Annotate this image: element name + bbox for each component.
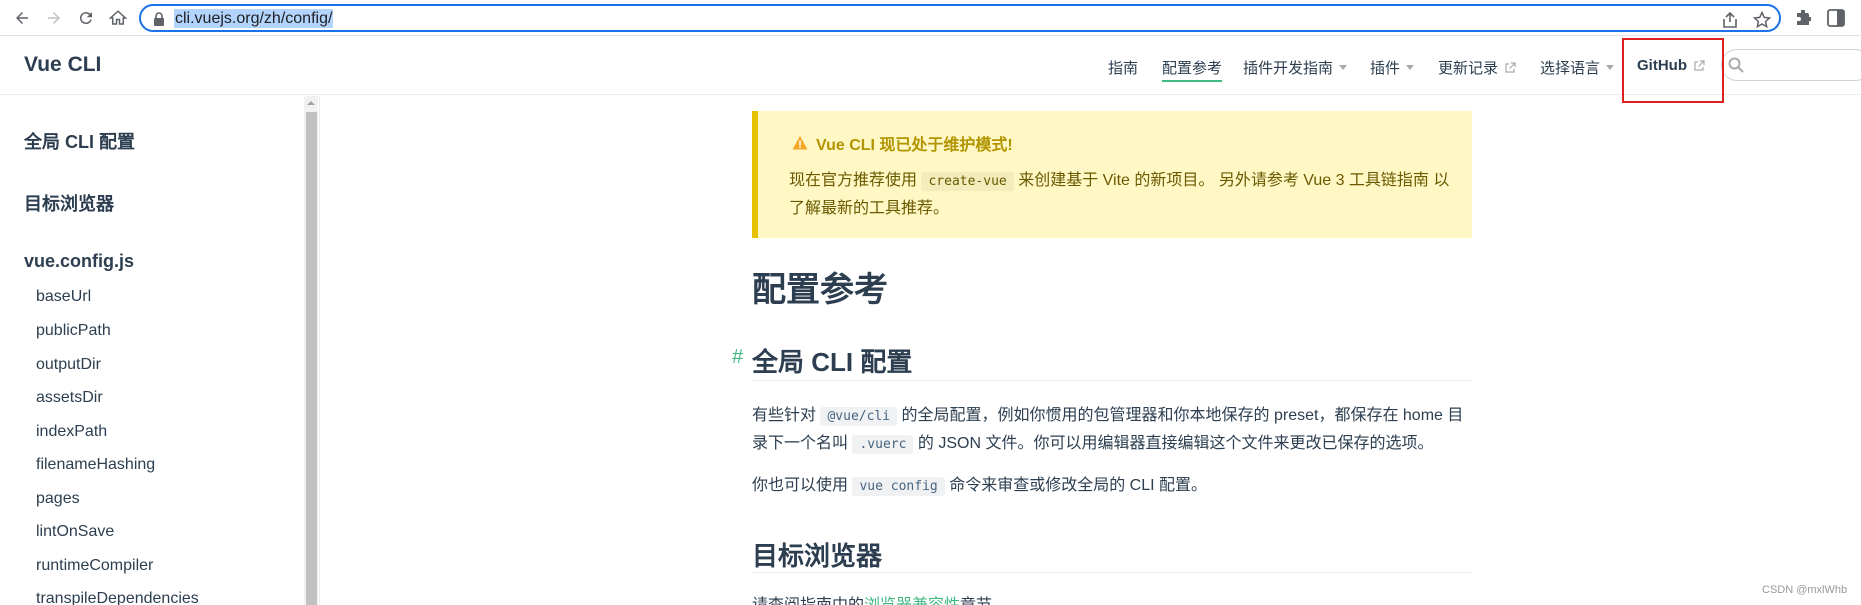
site-title[interactable]: Vue CLI — [24, 53, 101, 77]
inline-code: vue config — [852, 477, 945, 496]
sidebar-item-transpiledependencies[interactable]: transpileDependencies — [36, 590, 199, 605]
warning-title-text: Vue CLI 现已处于维护模式! — [816, 137, 1013, 154]
nav-label: 更新记录 — [1438, 60, 1499, 77]
nav-link-changelog[interactable]: 更新记录 — [1438, 57, 1516, 78]
arrow-left-icon — [16, 12, 28, 24]
warning-icon — [792, 136, 808, 150]
sidebar-item-runtimecompiler[interactable]: runtimeCompiler — [36, 557, 153, 575]
nav-label: 配置参考 — [1162, 60, 1223, 77]
share-icon[interactable] — [1721, 11, 1739, 29]
section-heading-browser: 目标浏览器 — [752, 541, 883, 571]
scrollbar-thumb[interactable] — [306, 112, 317, 605]
forward-button[interactable] — [42, 6, 66, 30]
page-title: 配置参考 — [752, 271, 888, 309]
nav-link-config[interactable]: 配置参考 — [1162, 57, 1223, 82]
nav-link-language[interactable]: 选择语言 — [1540, 57, 1615, 78]
back-button[interactable] — [10, 6, 34, 30]
text: 的全局配置，例如你惯用的包管理器和你本地保存的 preset，都保存在 home… — [901, 407, 1464, 424]
text: 录下一个名叫 — [752, 435, 849, 452]
heading-divider — [752, 572, 1472, 573]
sidebar-scrollbar[interactable] — [304, 96, 318, 605]
search-icon — [1728, 57, 1744, 73]
arrow-right-icon — [48, 12, 60, 24]
text: 有些针对 — [752, 407, 817, 424]
caret-down-icon — [1339, 65, 1348, 70]
extensions-icon[interactable] — [1793, 7, 1815, 29]
sidebar-item-filenamehashing[interactable]: filenameHashing — [36, 456, 155, 474]
sidebar-item-assetsdir[interactable]: assetsDir — [36, 389, 103, 407]
warning-title: Vue CLI 现已处于维护模式! — [792, 131, 1013, 155]
warning-text: 现在官方推荐使用 create-vue 来创建基于 Vite 的新项目。 另外请… — [789, 167, 1469, 222]
nav-label: 指南 — [1108, 60, 1139, 77]
sidebar-group-global-cli[interactable]: 全局 CLI 配置 — [24, 128, 135, 154]
text: 你也可以使用 — [752, 477, 849, 494]
sidebar: 全局 CLI 配置 目标浏览器 vue.config.js baseUrl pu… — [0, 96, 320, 605]
browser-toolbar: cli.vuejs.org/zh/config/ — [0, 0, 1861, 36]
warning-text-b: 来创建基于 Vite 的新项目。 另外请参考 Vue 3 工具链指南 以 — [1018, 172, 1450, 189]
sidebar-item-outputdir[interactable]: outputDir — [36, 356, 101, 374]
nav-label: 选择语言 — [1540, 60, 1601, 77]
site-navbar: Vue CLI 指南 配置参考 插件开发指南 插件 更新记录 选择语言 GitH… — [0, 37, 1861, 95]
sidebar-item-indexpath[interactable]: indexPath — [36, 423, 107, 441]
nav-link-plugin-dev[interactable]: 插件开发指南 — [1243, 57, 1348, 78]
home-button[interactable] — [106, 6, 130, 30]
nav-label: 插件开发指南 — [1243, 60, 1334, 77]
paragraph-global-config: 有些针对 @vue/cli 的全局配置，例如你惯用的包管理器和你本地保存的 pr… — [752, 402, 1474, 458]
nav-link-plugins[interactable]: 插件 — [1370, 57, 1415, 78]
lock-icon — [154, 12, 164, 26]
sidebar-item-pages[interactable]: pages — [36, 490, 80, 508]
scroll-up-arrow-icon[interactable] — [304, 96, 318, 110]
annotation-highlight-box — [1622, 38, 1724, 103]
sidebar-group-vue-config[interactable]: vue.config.js — [24, 251, 134, 272]
caret-down-icon — [1406, 65, 1415, 70]
text: 章节。 — [960, 597, 1008, 605]
inline-code: @vue/cli — [820, 407, 898, 426]
sidepanel-icon[interactable] — [1825, 7, 1847, 29]
home-icon — [109, 10, 127, 25]
inline-code: .vuerc — [852, 435, 914, 454]
external-link-icon — [1505, 61, 1516, 73]
warning-callout: Vue CLI 现已处于维护模式! 现在官方推荐使用 create-vue 来创… — [752, 111, 1472, 238]
warning-text-c: 了解最新的工具推荐。 — [789, 200, 950, 217]
nav-label: 插件 — [1370, 60, 1401, 77]
paragraph-vue-config: 你也可以使用 vue config 命令来审查或修改全局的 CLI 配置。 — [752, 472, 1474, 500]
reload-button[interactable] — [74, 6, 98, 30]
warning-text-a: 现在官方推荐使用 — [789, 172, 918, 189]
watermark: CSDN @mxlWhb — [1762, 584, 1848, 596]
text: 命令来审查或修改全局的 CLI 配置。 — [949, 477, 1207, 494]
sidebar-item-publicpath[interactable]: publicPath — [36, 322, 111, 340]
sidebar-group-browser[interactable]: 目标浏览器 — [24, 190, 114, 216]
inline-code: create-vue — [921, 172, 1014, 191]
nav-link-guide[interactable]: 指南 — [1108, 57, 1138, 78]
section-heading-global-cli: 全局 CLI 配置 — [752, 347, 913, 377]
heading-anchor[interactable]: # — [732, 346, 743, 369]
browser-compat-link[interactable]: 浏览器兼容性 — [864, 597, 960, 605]
sidebar-item-baseurl[interactable]: baseUrl — [36, 288, 91, 306]
caret-down-icon — [1606, 65, 1615, 70]
bookmark-star-icon[interactable] — [1753, 11, 1771, 29]
paragraph-browser: 请查阅指南中的浏览器兼容性章节。 — [752, 592, 1474, 605]
reload-icon — [79, 12, 92, 25]
url-text[interactable]: cli.vuejs.org/zh/config/ — [174, 9, 334, 28]
text: 请查阅指南中的 — [752, 597, 864, 605]
text: 的 JSON 文件。你可以用编辑器直接编辑这个文件来更改已保存的选项。 — [917, 435, 1434, 452]
sidebar-item-lintonsave[interactable]: lintOnSave — [36, 523, 114, 541]
heading-divider — [752, 380, 1472, 381]
address-bar[interactable]: cli.vuejs.org/zh/config/ — [139, 4, 1781, 32]
